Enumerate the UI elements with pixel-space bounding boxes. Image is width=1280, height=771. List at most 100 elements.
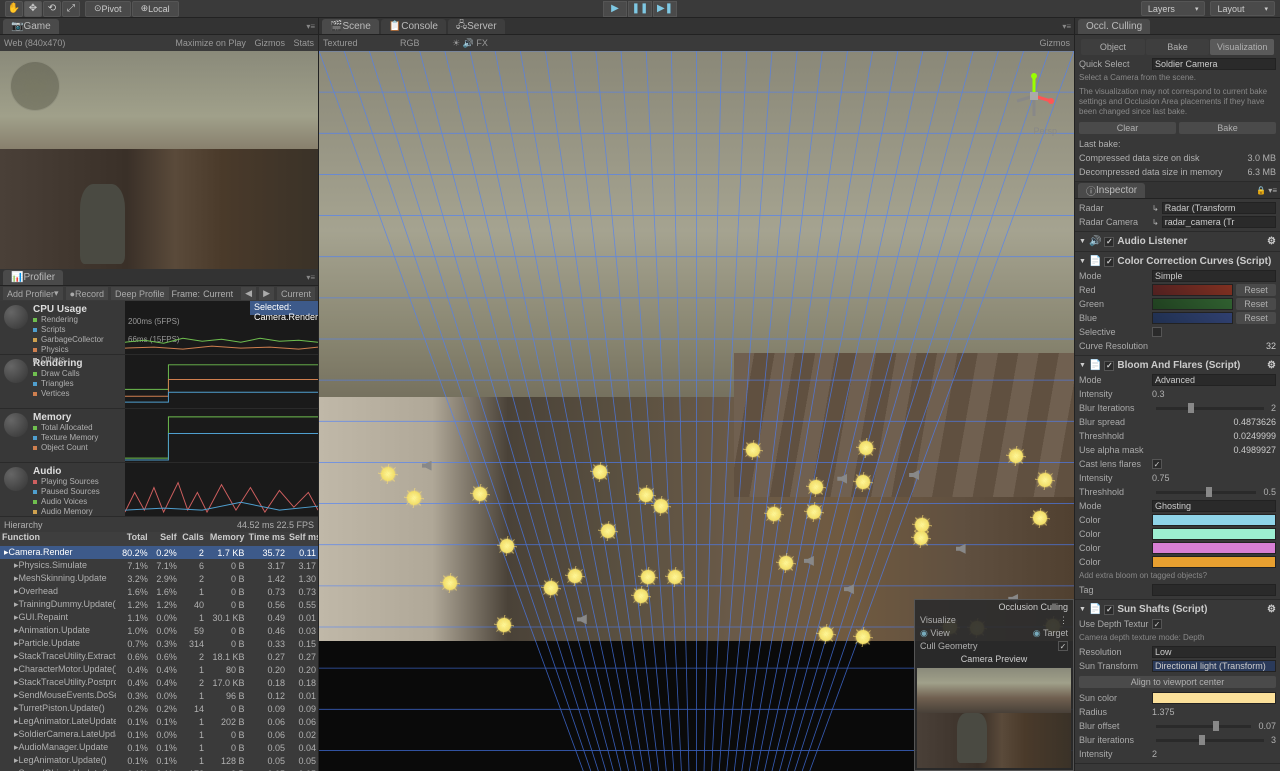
bloom-color-swatch[interactable]: [1152, 556, 1276, 568]
profiler-row[interactable]: ▸CharacterMotor.Update()0.4%0.4%180 B0.2…: [0, 663, 318, 676]
tab-profiler[interactable]: 📊 Profiler: [3, 270, 63, 285]
step-button[interactable]: ▶❚: [653, 1, 677, 17]
rotate-tool[interactable]: ⟲: [43, 1, 61, 17]
light-gizmo-icon[interactable]: [807, 505, 821, 519]
cull-geometry-toggle[interactable]: ✓: [1058, 641, 1068, 651]
light-gizmo-icon[interactable]: [856, 630, 870, 644]
bloom-mode-dropdown[interactable]: Advanced: [1152, 374, 1276, 386]
light-gizmo-icon[interactable]: [654, 499, 668, 513]
light-gizmo-icon[interactable]: [443, 576, 457, 590]
profiler-category-audio[interactable]: AudioPlaying SourcesPaused SourcesAudio …: [0, 463, 318, 517]
profiler-row[interactable]: ▸GUI.Repaint1.1%0.0%130.1 KB0.490.01: [0, 611, 318, 624]
sun-resolution-dropdown[interactable]: Low: [1152, 646, 1276, 658]
bloom-color-swatch[interactable]: [1152, 528, 1276, 540]
profiler-row[interactable]: ▸LegAnimator.Update()0.1%0.1%1128 B0.050…: [0, 754, 318, 767]
profiler-row[interactable]: ▸Overhead1.6%1.6%10 B0.730.73: [0, 585, 318, 598]
light-gizmo-icon[interactable]: [1009, 449, 1023, 463]
layout-dropdown[interactable]: Layout: [1210, 1, 1275, 16]
profiler-category-cpu[interactable]: CPU UsageRenderingScriptsGarbageCollecto…: [0, 301, 318, 355]
light-gizmo-icon[interactable]: [809, 480, 823, 494]
tab-server[interactable]: 🖧 Server: [448, 19, 505, 34]
tab-inspector[interactable]: ⓘ Inspector: [1078, 183, 1145, 198]
tab-hierarchy[interactable]: Hierarchy: [4, 520, 43, 530]
profiler-row[interactable]: ▸SoundObject.Update()0.1%0.1%1720 B0.050…: [0, 767, 318, 771]
sun-transform-field[interactable]: Directional light (Transform): [1152, 660, 1276, 672]
deep-profile-toggle[interactable]: Deep Profile: [111, 287, 169, 300]
profiler-row[interactable]: ▸AudioManager.Update0.1%0.1%10 B0.050.04: [0, 741, 318, 754]
quick-select-camera[interactable]: Soldier Camera: [1152, 58, 1276, 70]
selective-toggle[interactable]: [1152, 327, 1162, 337]
profiler-row[interactable]: ▸LegAnimator.LateUpdate()0.1%0.1%1202 B0…: [0, 715, 318, 728]
light-gizmo-icon[interactable]: [593, 465, 607, 479]
light-gizmo-icon[interactable]: [381, 467, 395, 481]
profiler-row[interactable]: ▸TrainingDummy.Update()1.2%1.2%400 B0.56…: [0, 598, 318, 611]
cast-lens-toggle[interactable]: ✓: [1152, 459, 1162, 469]
projection-label[interactable]: Persp: [1033, 126, 1057, 136]
scale-tool[interactable]: ⤢: [62, 1, 80, 17]
light-gizmo-icon[interactable]: [500, 539, 514, 553]
tab-occlusion[interactable]: Occl. Culling: [1078, 19, 1150, 34]
prev-frame-button[interactable]: ◀: [241, 287, 256, 300]
profiler-row[interactable]: ▸Particle.Update0.7%0.3%3140 B0.330.15: [0, 637, 318, 650]
light-gizmo-icon[interactable]: [634, 589, 648, 603]
bloom-color-swatch[interactable]: [1152, 514, 1276, 526]
reset-green-button[interactable]: Reset: [1236, 298, 1276, 310]
reset-blue-button[interactable]: Reset: [1236, 312, 1276, 324]
play-button[interactable]: ▶: [603, 1, 627, 17]
clear-button[interactable]: Clear: [1079, 122, 1176, 134]
light-gizmo-icon[interactable]: [668, 570, 682, 584]
profiler-row[interactable]: ▸StackTraceUtility.Postprocess0.4%0.4%21…: [0, 676, 318, 689]
bloom-color-swatch[interactable]: [1152, 542, 1276, 554]
next-frame-button[interactable]: ▶: [259, 287, 274, 300]
light-gizmo-icon[interactable]: [544, 581, 558, 595]
shading-mode-dropdown[interactable]: Textured: [323, 38, 358, 48]
scene-fx-toggle[interactable]: FX: [476, 38, 488, 48]
cc-mode-dropdown[interactable]: Simple: [1152, 270, 1276, 282]
light-gizmo-icon[interactable]: [859, 441, 873, 455]
light-gizmo-icon[interactable]: [407, 491, 421, 505]
light-gizmo-icon[interactable]: [497, 618, 511, 632]
light-gizmo-icon[interactable]: [641, 570, 655, 584]
use-depth-toggle[interactable]: ✓: [1152, 619, 1162, 629]
render-mode-dropdown[interactable]: RGB: [400, 38, 420, 48]
light-gizmo-icon[interactable]: [639, 488, 653, 502]
tab-scene[interactable]: 🎬 Scene: [322, 19, 379, 34]
light-gizmo-icon[interactable]: [1038, 473, 1052, 487]
blur-offset-slider[interactable]: [1156, 725, 1251, 728]
light-gizmo-icon[interactable]: [1033, 511, 1047, 525]
scene-light-toggle[interactable]: ☀: [452, 38, 460, 48]
sun-color-swatch[interactable]: [1152, 692, 1276, 704]
move-tool[interactable]: ✥: [24, 1, 42, 17]
pause-button[interactable]: ❚❚: [628, 1, 652, 17]
scene-view[interactable]: Persp Occlusion Culling Visualize⋮ ◉ Vie…: [319, 51, 1074, 771]
threshhold-slider[interactable]: [1156, 491, 1256, 494]
stats-toggle[interactable]: Stats: [293, 38, 314, 48]
light-gizmo-icon[interactable]: [914, 531, 928, 545]
pivot-toggle[interactable]: ⊙ Pivot: [85, 1, 131, 17]
light-gizmo-icon[interactable]: [767, 507, 781, 521]
game-resolution[interactable]: Web (840x470): [4, 38, 65, 48]
occlusion-tab-viz[interactable]: Visualization: [1210, 39, 1274, 55]
orientation-gizmo[interactable]: [1009, 71, 1059, 121]
bake-button[interactable]: Bake: [1179, 122, 1276, 134]
occlusion-tab-object[interactable]: Object: [1081, 39, 1145, 55]
profiler-row[interactable]: ▸SendMouseEvents.DoSendMo0.3%0.0%196 B0.…: [0, 689, 318, 702]
scene-audio-toggle[interactable]: 🔊: [463, 38, 474, 48]
light-gizmo-icon[interactable]: [568, 569, 582, 583]
gizmos-menu[interactable]: Gizmos: [1039, 38, 1070, 48]
sun-blur-iter-slider[interactable]: [1156, 739, 1264, 742]
light-gizmo-icon[interactable]: [601, 524, 615, 538]
align-viewport-button[interactable]: Align to viewport center: [1079, 676, 1276, 688]
light-gizmo-icon[interactable]: [856, 475, 870, 489]
profiler-row[interactable]: ▸SoldierCamera.LateUpdate()0.1%0.0%10 B0…: [0, 728, 318, 741]
profiler-row[interactable]: ▸TurretPiston.Update()0.2%0.2%140 B0.090…: [0, 702, 318, 715]
reset-red-button[interactable]: Reset: [1236, 284, 1276, 296]
current-frame-button[interactable]: Current: [277, 287, 315, 300]
tab-console[interactable]: 📋 Console: [381, 19, 446, 34]
light-gizmo-icon[interactable]: [819, 627, 833, 641]
maximize-toggle[interactable]: Maximize on Play: [175, 38, 246, 48]
record-button[interactable]: ● Record: [66, 287, 108, 300]
gizmos-toggle[interactable]: Gizmos: [254, 38, 285, 48]
profiler-row[interactable]: ▸StackTraceUtility.ExtractStrin0.6%0.6%2…: [0, 650, 318, 663]
light-gizmo-icon[interactable]: [779, 556, 793, 570]
